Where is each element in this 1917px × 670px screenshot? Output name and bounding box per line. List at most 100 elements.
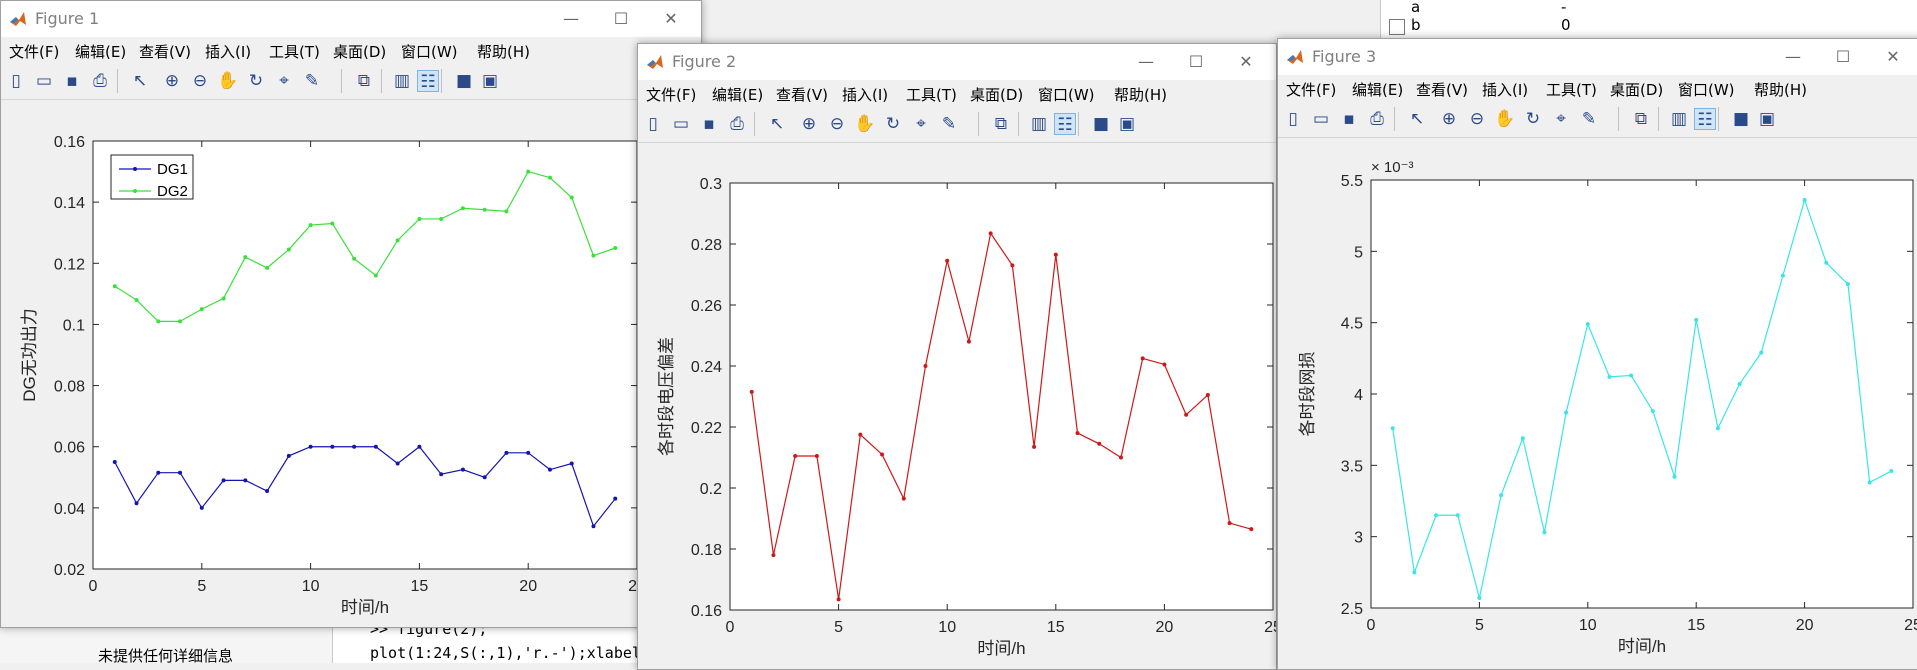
- brush-icon[interactable]: ✎: [301, 70, 323, 92]
- menu-item[interactable]: 插入(I): [1482, 79, 1528, 100]
- menu-item[interactable]: 桌面(D): [333, 41, 386, 62]
- colorbar-icon[interactable]: ▥: [1668, 108, 1690, 130]
- data-point: [569, 195, 574, 200]
- open-file-icon[interactable]: ▭: [33, 70, 55, 92]
- menu-item[interactable]: 帮助(H): [477, 41, 530, 62]
- figure-3-window[interactable]: Figure 3 — ☐ ✕ 文件(F) 编辑(E) 查看(V) 插入(I) 工具(T) 桌面(D…: [1277, 38, 1917, 670]
- colorbar-icon[interactable]: ▥: [1028, 113, 1050, 135]
- link-plot-icon[interactable]: ⧉: [353, 70, 375, 92]
- menu-item[interactable]: 工具(T): [269, 41, 320, 62]
- menu-item[interactable]: 帮助(H): [1754, 79, 1807, 100]
- colorbar-icon[interactable]: ▥: [391, 70, 413, 92]
- zoom-in-icon[interactable]: ⊕: [798, 113, 820, 135]
- maximize-button[interactable]: ☐: [1176, 48, 1216, 76]
- maximize-button[interactable]: ☐: [1823, 43, 1863, 71]
- title-bar[interactable]: Figure 3 — ☐ ✕: [1278, 39, 1917, 75]
- zoom-out-icon[interactable]: ⊖: [1466, 108, 1488, 130]
- print-icon[interactable]: ⎙: [1366, 108, 1388, 130]
- minimize-button[interactable]: —: [1126, 48, 1166, 76]
- save-icon[interactable]: ▪: [61, 70, 83, 92]
- zoom-in-icon[interactable]: ⊕: [161, 70, 183, 92]
- rotate-icon[interactable]: ↻: [1522, 108, 1544, 130]
- data-cursor-icon[interactable]: ⌖: [273, 70, 295, 92]
- link-plot-icon[interactable]: ⧉: [1630, 108, 1652, 130]
- show-plot-tools-icon[interactable]: ▣: [1116, 113, 1138, 135]
- menu-item[interactable]: 帮助(H): [1114, 84, 1167, 105]
- link-plot-icon[interactable]: ⧉: [990, 113, 1012, 135]
- zoom-out-icon[interactable]: ⊖: [189, 70, 211, 92]
- data-cursor-icon[interactable]: ⌖: [1550, 108, 1572, 130]
- menu-item[interactable]: 查看(V): [776, 84, 828, 105]
- menu-item[interactable]: 编辑(E): [1352, 79, 1403, 100]
- menu-item[interactable]: 工具(T): [906, 84, 957, 105]
- menu-item[interactable]: 编辑(E): [712, 84, 763, 105]
- brush-icon[interactable]: ✎: [938, 113, 960, 135]
- save-icon[interactable]: ▪: [698, 113, 720, 135]
- title-bar[interactable]: Figure 1 — ☐ ✕: [1, 1, 701, 37]
- menu-item[interactable]: 窗口(W): [1038, 84, 1095, 105]
- brush-icon[interactable]: ✎: [1578, 108, 1600, 130]
- menu-item[interactable]: 插入(I): [205, 41, 251, 62]
- data-cursor-icon[interactable]: ⌖: [910, 113, 932, 135]
- save-icon[interactable]: ▪: [1338, 108, 1360, 130]
- new-figure-icon[interactable]: ▯: [1282, 108, 1304, 130]
- minimize-button[interactable]: —: [1773, 43, 1813, 71]
- menu-item[interactable]: 文件(F): [646, 84, 696, 105]
- hide-plot-tools-icon[interactable]: ■: [1090, 113, 1112, 135]
- rotate-icon[interactable]: ↻: [245, 70, 267, 92]
- pointer-icon[interactable]: ↖: [1406, 108, 1428, 130]
- legend-icon[interactable]: ☷: [1054, 113, 1076, 135]
- minimize-button[interactable]: —: [551, 5, 591, 33]
- data-point: [793, 453, 798, 458]
- menu-item[interactable]: 文件(F): [1286, 79, 1336, 100]
- data-point: [221, 478, 226, 483]
- new-figure-icon[interactable]: ▯: [642, 113, 664, 135]
- rotate-icon[interactable]: ↻: [882, 113, 904, 135]
- data-point: [1585, 322, 1590, 327]
- close-button[interactable]: ✕: [651, 5, 691, 33]
- workspace-row[interactable]: b 0: [1381, 16, 1917, 38]
- new-figure-icon[interactable]: ▯: [5, 70, 27, 92]
- data-point: [504, 450, 509, 455]
- data-point: [1759, 350, 1764, 355]
- legend-icon[interactable]: ☷: [417, 70, 439, 92]
- open-file-icon[interactable]: ▭: [670, 113, 692, 135]
- menu-item[interactable]: 桌面(D): [1610, 79, 1663, 100]
- show-plot-tools-icon[interactable]: ▣: [479, 70, 501, 92]
- open-file-icon[interactable]: ▭: [1310, 108, 1332, 130]
- zoom-out-icon[interactable]: ⊖: [826, 113, 848, 135]
- data-point: [112, 460, 117, 464]
- data-point: [352, 256, 357, 261]
- hide-plot-tools-icon[interactable]: ■: [453, 70, 475, 92]
- pan-icon[interactable]: ✋: [854, 113, 876, 135]
- zoom-in-icon[interactable]: ⊕: [1438, 108, 1460, 130]
- pan-icon[interactable]: ✋: [1494, 108, 1516, 130]
- pointer-icon[interactable]: ↖: [129, 70, 151, 92]
- hide-plot-tools-icon[interactable]: ■: [1730, 108, 1752, 130]
- maximize-button[interactable]: ☐: [601, 5, 641, 33]
- menu-item[interactable]: 工具(T): [1546, 79, 1597, 100]
- menu-item[interactable]: 插入(I): [842, 84, 888, 105]
- legend-icon[interactable]: ☷: [1694, 108, 1716, 130]
- close-button[interactable]: ✕: [1873, 43, 1913, 71]
- menu-item[interactable]: 桌面(D): [970, 84, 1023, 105]
- menu-item[interactable]: 查看(V): [1416, 79, 1468, 100]
- print-icon[interactable]: ⎙: [726, 113, 748, 135]
- legend-marker: [133, 167, 137, 171]
- menu-item[interactable]: 查看(V): [139, 41, 191, 62]
- print-icon[interactable]: ⎙: [89, 70, 111, 92]
- show-plot-tools-icon[interactable]: ▣: [1756, 108, 1778, 130]
- menu-item[interactable]: 窗口(W): [401, 41, 458, 62]
- menu-item[interactable]: 文件(F): [9, 41, 59, 62]
- pan-icon[interactable]: ✋: [217, 70, 239, 92]
- data-point: [1542, 530, 1547, 535]
- title-bar[interactable]: Figure 2 — ☐ ✕: [638, 44, 1276, 80]
- menu-item[interactable]: 编辑(E): [75, 41, 126, 62]
- close-button[interactable]: ✕: [1226, 48, 1266, 76]
- menu-item[interactable]: 窗口(W): [1678, 79, 1735, 100]
- pointer-icon[interactable]: ↖: [766, 113, 788, 135]
- window-title: Figure 2: [672, 52, 737, 71]
- figure-2-window[interactable]: Figure 2 — ☐ ✕ 文件(F) 编辑(E) 查看(V) 插入(I) 工具(T) 桌面(D…: [637, 43, 1277, 670]
- figure-1-window[interactable]: Figure 1 — ☐ ✕ 文件(F) 编辑(E) 查看(V) 插入(I) 工具(T) 桌面(D…: [0, 0, 702, 628]
- y-tick-label: 0.02: [54, 562, 85, 579]
